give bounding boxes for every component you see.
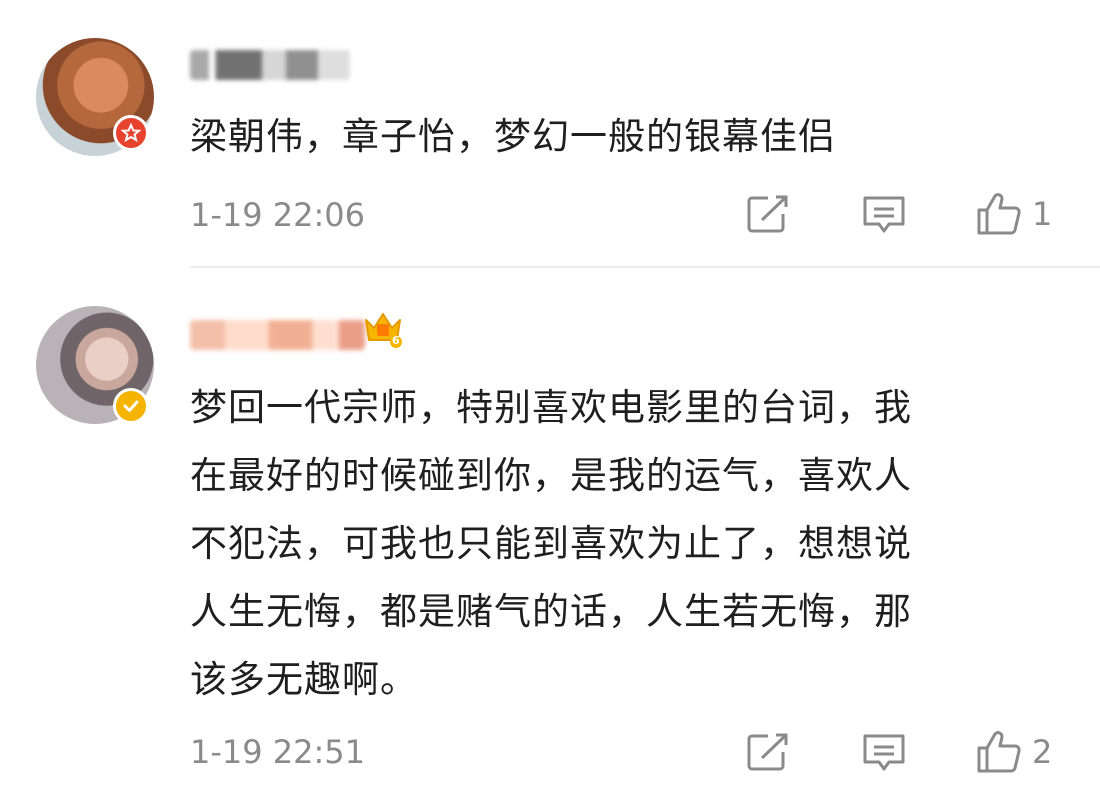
share-icon [747,733,788,771]
comment-divider [190,266,1100,268]
comment-time: 1-19 22:06 [190,196,366,234]
like-button[interactable]: 1 [976,192,1052,236]
verified-check-icon [113,388,149,424]
share-button[interactable] [746,194,790,234]
like-count: 2 [1032,733,1053,771]
share-icon [747,195,788,233]
comment-time: 1-19 22:51 [190,733,366,771]
like-count: 1 [1032,195,1053,233]
author-name-blurred[interactable] [190,320,365,350]
share-button[interactable] [746,732,790,772]
author-name-blurred[interactable] [190,50,350,80]
reply-button[interactable] [862,194,906,236]
vip-level-badge: 6 [362,310,404,348]
comment-icon [863,734,905,771]
thumbs-up-icon [977,731,1021,773]
thumbs-up-icon [977,193,1021,235]
reply-button[interactable] [862,732,906,774]
level-number: 6 [392,334,400,347]
comment-text: 梁朝伟，章子怡，梦幻一般的银幕佳侣 [190,115,836,158]
comment-icon [863,196,905,233]
like-button[interactable]: 2 [976,730,1052,774]
comment-text: 梦回一代宗师，特别喜欢电影里的台词，我 在最好的时候碰到你，是我的运气，喜欢人 … [190,386,912,701]
star-badge-icon [113,115,149,151]
